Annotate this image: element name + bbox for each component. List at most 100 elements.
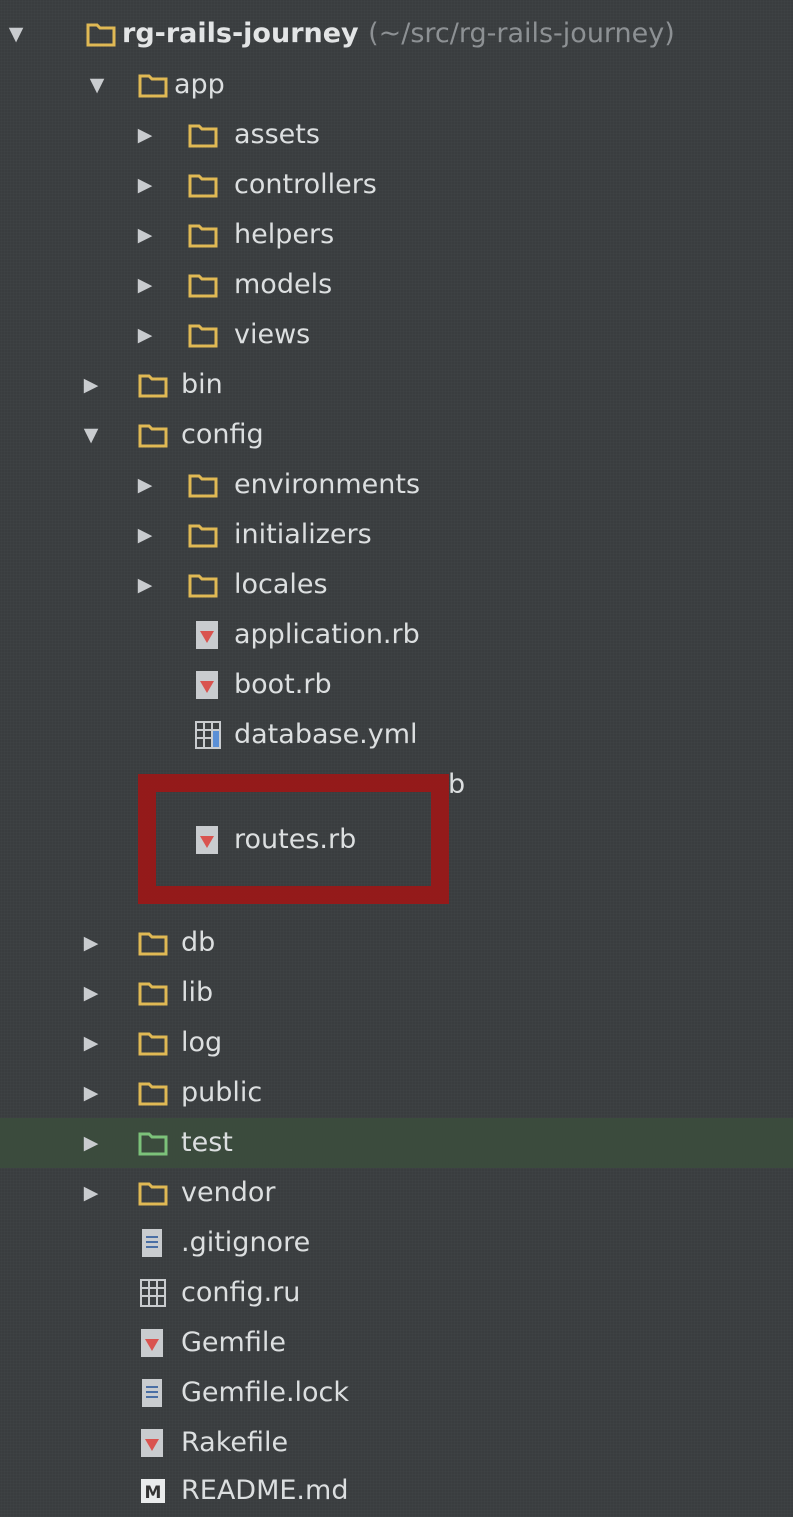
tree-row-helpers[interactable]: ▶ helpers — [0, 210, 793, 260]
tree-row-application-rb[interactable]: application.rb — [0, 610, 793, 660]
collapsed-arrow-icon[interactable]: ▶ — [134, 271, 156, 299]
tree-item-label: test — [181, 1127, 233, 1158]
tree-item-label: config.ru — [181, 1277, 301, 1308]
tree-row-routes-rb[interactable]: routes.rb — [0, 815, 793, 865]
tree-row-assets[interactable]: ▶ assets — [0, 110, 793, 160]
folder-icon — [138, 424, 168, 448]
collapsed-arrow-icon[interactable]: ▶ — [134, 121, 156, 149]
collapsed-arrow-icon[interactable]: ▶ — [134, 171, 156, 199]
tree-row-gemfile-lock[interactable]: Gemfile.lock — [0, 1368, 793, 1418]
collapsed-arrow-icon[interactable]: ▶ — [80, 929, 102, 957]
text-file-icon — [142, 1379, 162, 1407]
tree-item-label: models — [234, 269, 333, 300]
tree-item-label: .gitignore — [181, 1227, 311, 1258]
config-file-icon — [140, 1279, 166, 1307]
tree-row-database-yml[interactable]: database.yml — [0, 710, 793, 760]
ruby-file-icon — [141, 1429, 163, 1457]
collapsed-arrow-icon[interactable]: ▶ — [80, 1129, 102, 1157]
tree-row-config-ru[interactable]: config.ru — [0, 1268, 793, 1318]
tree-row-boot-rb[interactable]: boot.rb — [0, 660, 793, 710]
tree-item-label: environments — [234, 469, 421, 500]
tree-item-label: bin — [181, 369, 223, 400]
collapsed-arrow-icon[interactable]: ▶ — [80, 371, 102, 399]
collapsed-arrow-icon[interactable]: ▶ — [80, 1079, 102, 1107]
tree-row-initializers[interactable]: ▶ initializers — [0, 510, 793, 560]
tree-row-models[interactable]: ▶ models — [0, 260, 793, 310]
tree-item-label: database.yml — [234, 719, 418, 750]
folder-icon — [188, 274, 218, 298]
tree-row-controllers[interactable]: ▶ controllers — [0, 160, 793, 210]
collapsed-arrow-icon[interactable]: ▶ — [134, 471, 156, 499]
test-folder-icon — [138, 1132, 168, 1156]
tree-row-bin[interactable]: ▶ bin — [0, 360, 793, 410]
folder-icon — [138, 1182, 168, 1206]
tree-item-label: initializers — [234, 519, 372, 550]
tree-row-environments[interactable]: ▶ environments — [0, 460, 793, 510]
folder-icon — [188, 174, 218, 198]
tree-item-label: Rakefile — [181, 1427, 289, 1458]
folder-icon — [188, 524, 218, 548]
folder-icon — [188, 224, 218, 248]
tree-row-obscured[interactable]: b — [0, 760, 793, 810]
tree-item-label: config — [181, 419, 264, 450]
collapsed-arrow-icon[interactable]: ▶ — [134, 521, 156, 549]
tree-item-label: log — [181, 1027, 223, 1058]
tree-item-label: Gemfile — [181, 1327, 286, 1358]
folder-icon — [138, 932, 168, 956]
project-path: (~/src/rg-rails-journey) — [368, 18, 675, 49]
tree-item-label: public — [181, 1077, 263, 1108]
tree-item-label: views — [234, 319, 311, 350]
folder-icon — [188, 324, 218, 348]
tree-item-label: lib — [181, 977, 214, 1008]
tree-row-locales[interactable]: ▶ locales — [0, 560, 793, 610]
tree-row-gitignore[interactable]: .gitignore — [0, 1218, 793, 1268]
folder-icon — [138, 74, 168, 98]
collapsed-arrow-icon[interactable]: ▶ — [80, 1029, 102, 1057]
expanded-arrow-icon[interactable]: ▼ — [80, 421, 102, 449]
folder-icon — [188, 124, 218, 148]
expanded-arrow-icon[interactable]: ▼ — [5, 20, 27, 48]
tree-row-public[interactable]: ▶ public — [0, 1068, 793, 1118]
tree-item-label: assets — [234, 119, 320, 150]
folder-icon — [138, 374, 168, 398]
yaml-file-icon — [195, 721, 221, 749]
tree-row-readme[interactable]: M README.md — [0, 1466, 793, 1516]
tree-row-gemfile[interactable]: Gemfile — [0, 1318, 793, 1368]
tree-row-test[interactable]: ▶ test — [0, 1118, 793, 1168]
collapsed-arrow-icon[interactable]: ▶ — [134, 571, 156, 599]
folder-icon — [138, 1082, 168, 1106]
tree-item-label: helpers — [234, 219, 335, 250]
tree-row-db[interactable]: ▶ db — [0, 918, 793, 968]
tree-item-label: b — [448, 769, 466, 800]
tree-item-label: vendor — [181, 1177, 276, 1208]
tree-row-app[interactable]: ▼ app — [0, 60, 793, 110]
ruby-file-icon — [196, 826, 218, 854]
tree-row-views[interactable]: ▶ views — [0, 310, 793, 360]
ruby-file-icon — [196, 621, 218, 649]
tree-row-log[interactable]: ▶ log — [0, 1018, 793, 1068]
collapsed-arrow-icon[interactable]: ▶ — [134, 321, 156, 349]
tree-item-label: app — [174, 69, 225, 100]
collapsed-arrow-icon[interactable]: ▶ — [80, 1179, 102, 1207]
collapsed-arrow-icon[interactable]: ▶ — [134, 221, 156, 249]
project-name-text: rg-rails-journey — [122, 18, 359, 49]
folder-icon — [138, 1032, 168, 1056]
tree-item-label: README.md — [181, 1475, 349, 1506]
project-name: rg-rails-journey (~/src/rg-rails-journey… — [122, 15, 675, 53]
folder-icon — [188, 574, 218, 598]
tree-item-label: locales — [234, 569, 328, 600]
tree-row-config[interactable]: ▼ config — [0, 410, 793, 460]
expanded-arrow-icon[interactable]: ▼ — [86, 71, 108, 99]
text-file-icon — [142, 1229, 162, 1257]
tree-row-root[interactable]: ▼ rg-rails-journey (~/src/rg-rails-journ… — [0, 9, 793, 59]
tree-item-label: boot.rb — [234, 669, 332, 700]
tree-row-vendor[interactable]: ▶ vendor — [0, 1168, 793, 1218]
tree-row-lib[interactable]: ▶ lib — [0, 968, 793, 1018]
tree-row-rakefile[interactable]: Rakefile — [0, 1418, 793, 1468]
markdown-glyph: M — [145, 1483, 162, 1503]
project-tree: ▼ rg-rails-journey (~/src/rg-rails-journ… — [0, 0, 793, 1517]
markdown-file-icon: M — [141, 1479, 165, 1503]
tree-item-label: routes.rb — [234, 824, 357, 855]
collapsed-arrow-icon[interactable]: ▶ — [80, 979, 102, 1007]
tree-item-label: db — [181, 927, 216, 958]
